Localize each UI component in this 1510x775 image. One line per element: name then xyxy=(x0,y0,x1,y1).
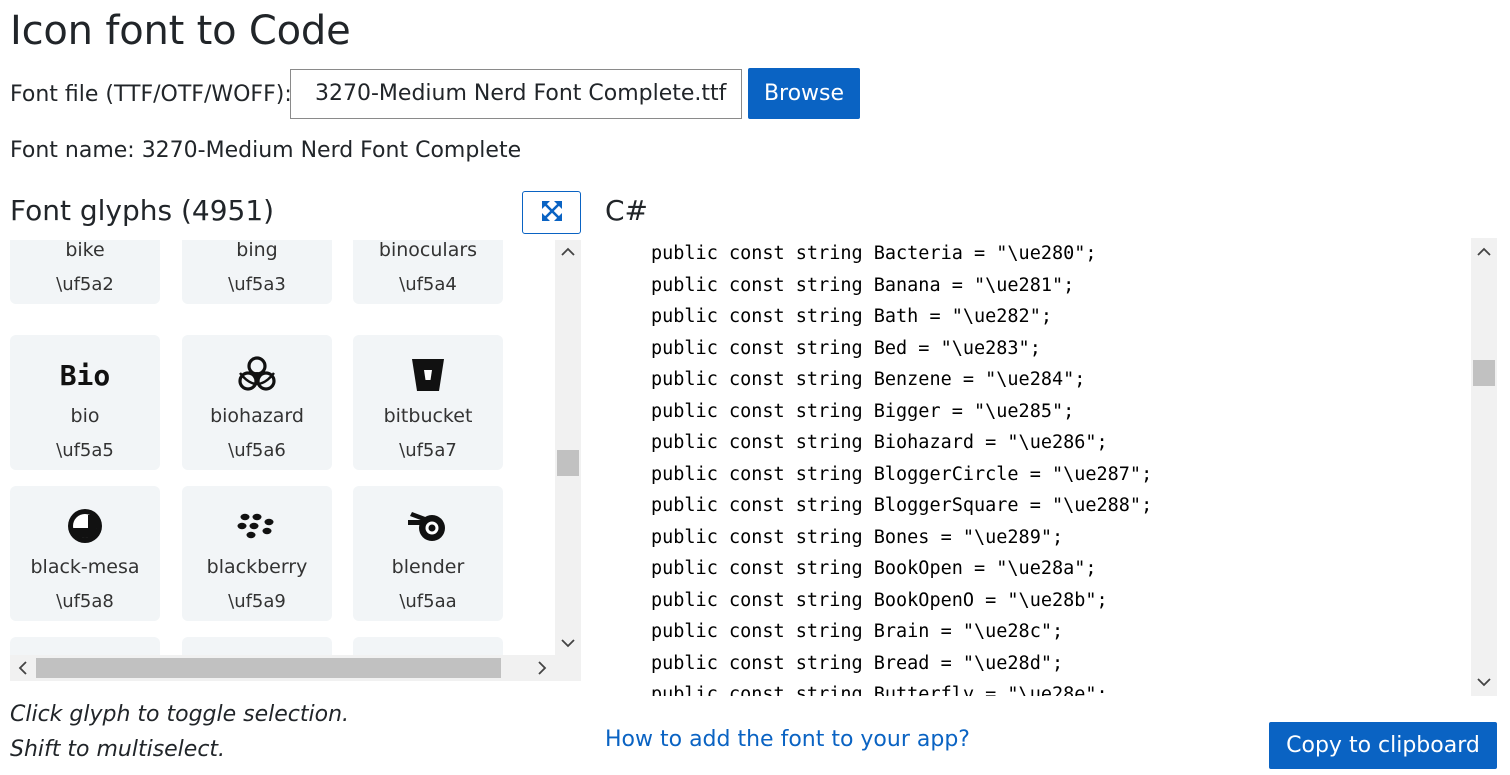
glyph-code: \uf5a4 xyxy=(399,274,457,295)
code-line: public const string BookOpen = "\ue28a"; xyxy=(651,558,1097,579)
scroll-left-icon[interactable] xyxy=(10,655,36,681)
scroll-thumb[interactable] xyxy=(1473,360,1495,386)
font-file-field[interactable]: 3270-Medium Nerd Font Complete.ttf xyxy=(290,69,742,119)
how-to-add-font-link[interactable]: How to add the font to your app? xyxy=(605,727,970,752)
glyph-card-binoculars[interactable]: binoculars \uf5a4 xyxy=(353,240,503,304)
glyph-card-bike[interactable]: bike \uf5a2 xyxy=(10,240,160,304)
code-line: public const string Bath = "\ue282"; xyxy=(651,306,1052,327)
glyph-code: \uf5a8 xyxy=(56,591,114,612)
code-line: public const string Brain = "\ue28c"; xyxy=(651,621,1064,642)
black-mesa-icon xyxy=(10,506,160,546)
expand-button[interactable] xyxy=(522,191,581,234)
font-file-label: Font file (TTF/OTF/WOFF): xyxy=(10,82,292,107)
blender-icon xyxy=(353,506,503,546)
scroll-up-icon[interactable] xyxy=(1471,242,1497,262)
selection-hint: Click glyph to toggle selection. Shift t… xyxy=(10,702,350,762)
code-language-title: C# xyxy=(605,194,649,227)
code-line: public const string BookOpenO = "\ue28b"… xyxy=(651,589,1108,611)
glyph-card-blackberry[interactable]: blackberry \uf5a9 xyxy=(182,486,332,621)
bio-glyph-text: Bio xyxy=(59,358,111,392)
code-line: public const string Butterfly = "\ue28e"… xyxy=(651,684,1108,696)
glyph-card-bio[interactable]: Bio bio \uf5a5 xyxy=(10,335,160,470)
code-line: public const string Bacteria = "\ue280"; xyxy=(651,243,1097,264)
glyph-name: bio xyxy=(70,405,100,427)
code-line: public const string Bread = "\ue28d"; xyxy=(651,652,1064,674)
scroll-thumb[interactable] xyxy=(36,658,501,678)
glyphs-title: Font glyphs (4951) xyxy=(10,194,275,227)
glyph-code: \uf5a5 xyxy=(56,440,114,461)
code-line: public const string Benzene = "\ue284"; xyxy=(651,369,1086,390)
code-output[interactable]: public const string Bacteria = "\ue280";… xyxy=(605,238,1471,696)
page-title: Icon font to Code xyxy=(10,8,351,54)
scroll-right-icon[interactable] xyxy=(529,655,555,681)
scroll-down-icon[interactable] xyxy=(555,633,581,653)
glyph-horizontal-scrollbar[interactable] xyxy=(10,655,555,681)
glyph-card[interactable] xyxy=(353,637,503,655)
code-line: public const string BloggerSquare = "\ue… xyxy=(651,495,1153,516)
scroll-thumb[interactable] xyxy=(557,450,579,476)
code-line: public const string Bed = "\ue283"; xyxy=(651,337,1041,359)
code-line: public const string Bones = "\ue289"; xyxy=(651,526,1064,548)
glyph-name: biohazard xyxy=(210,405,304,427)
glyph-grid-viewport[interactable]: bike \uf5a2 bing \uf5a3 binoculars \uf5a… xyxy=(10,240,555,655)
glyph-code: \uf5a7 xyxy=(399,440,457,461)
code-lines: public const string Bacteria = "\ue280";… xyxy=(651,238,1152,696)
glyph-code: \uf5a2 xyxy=(56,274,114,295)
copy-to-clipboard-button[interactable]: Copy to clipboard xyxy=(1269,722,1497,769)
browse-button[interactable]: Browse xyxy=(748,68,860,119)
scroll-down-icon[interactable] xyxy=(1471,672,1497,692)
glyph-card-bitbucket[interactable]: bitbucket \uf5a7 xyxy=(353,335,503,470)
glyph-name: blender xyxy=(391,556,465,578)
bitbucket-icon xyxy=(353,355,503,395)
glyph-code: \uf5a9 xyxy=(228,591,286,612)
glyph-card-blender[interactable]: blender \uf5aa xyxy=(353,486,503,621)
code-vertical-scrollbar[interactable] xyxy=(1471,238,1497,696)
code-line: public const string Banana = "\ue281"; xyxy=(651,274,1075,296)
biohazard-icon xyxy=(182,355,332,395)
glyph-code: \uf5a6 xyxy=(228,440,286,461)
blackberry-icon xyxy=(182,506,332,546)
glyph-card-black-mesa[interactable]: black-mesa \uf5a8 xyxy=(10,486,160,621)
expand-arrows-icon xyxy=(540,199,564,227)
glyph-name: black-mesa xyxy=(30,556,140,578)
glyph-code: \uf5aa xyxy=(399,591,457,612)
scroll-up-icon[interactable] xyxy=(555,242,581,262)
scrollbar-corner xyxy=(555,655,581,681)
glyph-card-biohazard[interactable]: biohazard \uf5a6 xyxy=(182,335,332,470)
font-name: Font name: 3270-Medium Nerd Font Complet… xyxy=(10,138,522,163)
glyph-code: \uf5a3 xyxy=(228,274,286,295)
code-line: public const string BloggerCircle = "\ue… xyxy=(651,463,1153,485)
glyph-card[interactable] xyxy=(182,637,332,655)
glyph-card[interactable] xyxy=(10,637,160,655)
glyph-card-bing[interactable]: bing \uf5a3 xyxy=(182,240,332,304)
glyph-name: bike xyxy=(65,240,105,261)
glyph-vertical-scrollbar[interactable] xyxy=(555,240,581,655)
glyph-name: blackberry xyxy=(206,556,308,578)
code-line: public const string Biohazard = "\ue286"… xyxy=(651,432,1108,453)
bio-icon: Bio xyxy=(10,355,160,395)
code-line: public const string Bigger = "\ue285"; xyxy=(651,400,1075,422)
glyph-name: bitbucket xyxy=(383,405,473,427)
glyph-name: bing xyxy=(236,240,278,261)
glyph-name: binoculars xyxy=(378,240,478,261)
